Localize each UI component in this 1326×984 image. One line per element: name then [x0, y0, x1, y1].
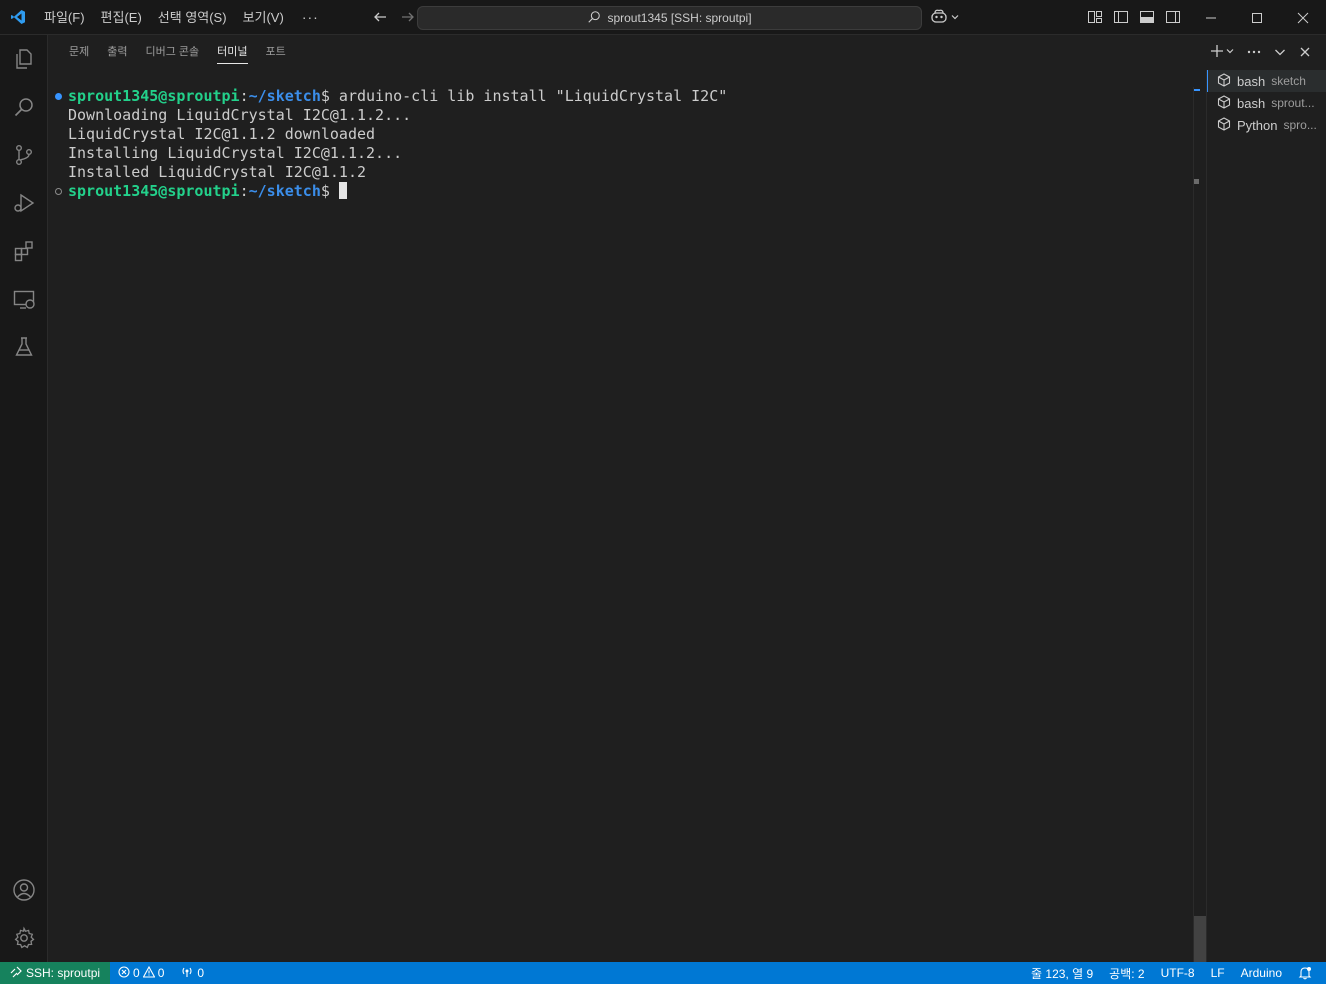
- tab-problems[interactable]: 문제: [60, 35, 98, 70]
- cursor-position[interactable]: 줄 123, 열 9: [1023, 962, 1101, 984]
- toggle-panel-icon[interactable]: [1138, 8, 1156, 26]
- search-icon[interactable]: [0, 83, 48, 131]
- end-of-line[interactable]: LF: [1203, 962, 1233, 984]
- accounts-icon[interactable]: [0, 866, 48, 914]
- panel-tabs: 문제 출력 디버그 콘솔 터미널 포트: [60, 35, 295, 70]
- panel-actions: [1210, 43, 1312, 61]
- output-line: LiquidCrystal I2C@1.1.2 downloaded: [68, 125, 376, 143]
- terminal-icon: [1217, 94, 1231, 112]
- menu-more-button[interactable]: ···: [292, 0, 329, 35]
- minimize-icon[interactable]: [1188, 0, 1234, 35]
- scrollbar-marker: [1194, 179, 1199, 184]
- tab-output[interactable]: 출력: [98, 35, 136, 70]
- plus-icon: [1210, 44, 1224, 61]
- problems-indicator[interactable]: 0 0: [110, 962, 172, 984]
- status-bar: SSH: sproutpi 0 0 0 줄 123, 열 9 공백: 2 UTF…: [0, 962, 1326, 984]
- command-success-decoration[interactable]: [55, 93, 62, 100]
- command-pending-decoration[interactable]: [55, 188, 62, 195]
- command-line: sprout1345@sproutpi:~/sketch$ arduino-cl…: [68, 87, 728, 105]
- copilot-button[interactable]: [930, 8, 960, 27]
- terminal-scrollbar[interactable]: [1193, 87, 1206, 962]
- status-bar-right: 줄 123, 열 9 공백: 2 UTF-8 LF Arduino: [1023, 962, 1320, 984]
- explorer-icon[interactable]: [0, 35, 48, 83]
- maximize-icon[interactable]: [1234, 0, 1280, 35]
- tab-ports[interactable]: 포트: [257, 35, 295, 70]
- command-center-search[interactable]: sprout1345 [SSH: sproutpi]: [417, 6, 922, 30]
- menu-selection[interactable]: 선택 영역(S): [150, 0, 235, 35]
- customize-layout-icon[interactable]: [1086, 8, 1104, 26]
- navigation-buttons: [369, 6, 419, 28]
- close-panel-icon[interactable]: [1298, 43, 1312, 61]
- warning-icon: [142, 965, 156, 981]
- terminal-output[interactable]: sprout1345@sproutpi:~/sketch$ arduino-cl…: [48, 87, 1193, 962]
- remote-explorer-icon[interactable]: [0, 275, 48, 323]
- remote-indicator[interactable]: SSH: sproutpi: [0, 962, 111, 984]
- copilot-icon: [930, 8, 948, 27]
- forward-arrow-icon[interactable]: [397, 6, 419, 28]
- chevron-down-icon: [1224, 45, 1236, 60]
- window-title: sprout1345 [SSH: sproutpi]: [607, 11, 752, 25]
- extensions-icon[interactable]: [0, 227, 48, 275]
- terminal-tab-item[interactable]: Python spro...: [1207, 114, 1326, 136]
- menu-bar: 파일(F) 편집(E) 선택 영역(S) 보기(V) ···: [36, 0, 329, 35]
- notifications-bell-icon[interactable]: [1290, 962, 1320, 984]
- testing-icon[interactable]: [0, 323, 48, 371]
- encoding[interactable]: UTF-8: [1153, 962, 1203, 984]
- terminal-tab-item[interactable]: bash sketch: [1207, 70, 1326, 92]
- terminal-icon: [1217, 116, 1231, 134]
- tab-debug-console[interactable]: 디버그 콘솔: [137, 35, 209, 70]
- error-icon: [118, 965, 130, 981]
- terminal-cursor: [338, 182, 347, 199]
- run-and-debug-icon[interactable]: [0, 179, 48, 227]
- prompt-line: sprout1345@sproutpi:~/sketch$: [68, 182, 347, 201]
- scrollbar-marker: [1194, 89, 1200, 91]
- remote-icon: [10, 966, 22, 981]
- more-actions-icon[interactable]: [1246, 43, 1262, 61]
- back-arrow-icon[interactable]: [369, 6, 391, 28]
- gear-icon[interactable]: [0, 914, 48, 962]
- ports-indicator[interactable]: 0: [172, 962, 212, 984]
- menu-edit[interactable]: 편집(E): [93, 0, 150, 35]
- scrollbar-thumb[interactable]: [1194, 916, 1206, 962]
- output-line: Installing LiquidCrystal I2C@1.1.2...: [68, 144, 403, 162]
- language-mode[interactable]: Arduino: [1233, 962, 1290, 984]
- title-bar: 파일(F) 편집(E) 선택 영역(S) 보기(V) ··· sprout134…: [0, 0, 1326, 35]
- broadcast-icon: [180, 966, 194, 981]
- tab-terminal[interactable]: 터미널: [208, 35, 256, 70]
- vscode-logo-icon: [0, 0, 36, 35]
- terminal-tabs-list: bash sketch bash sprout... Python spro..…: [1206, 70, 1326, 962]
- window-controls: [1188, 0, 1326, 35]
- toggle-secondary-sidebar-icon[interactable]: [1164, 8, 1182, 26]
- panel: 문제 출력 디버그 콘솔 터미널 포트 sprout1345@sproutpi:…: [48, 35, 1326, 962]
- terminal-tab-item[interactable]: bash sprout...: [1207, 92, 1326, 114]
- maximize-panel-chevron-icon[interactable]: [1272, 43, 1288, 61]
- toggle-primary-sidebar-icon[interactable]: [1112, 8, 1130, 26]
- indentation[interactable]: 공백: 2: [1101, 962, 1152, 984]
- menu-file[interactable]: 파일(F): [36, 0, 93, 35]
- chevron-down-icon: [950, 10, 960, 25]
- output-line: Downloading LiquidCrystal I2C@1.1.2...: [68, 106, 412, 124]
- search-icon: [587, 10, 601, 27]
- source-control-icon[interactable]: [0, 131, 48, 179]
- close-icon[interactable]: [1280, 0, 1326, 35]
- activity-bar-bottom: [0, 866, 48, 962]
- menu-view[interactable]: 보기(V): [235, 0, 292, 35]
- activity-bar: [0, 35, 48, 962]
- terminal-icon: [1217, 72, 1231, 90]
- new-terminal-button[interactable]: [1210, 43, 1236, 61]
- layout-controls: [1086, 8, 1182, 26]
- output-line: Installed LiquidCrystal I2C@1.1.2: [68, 163, 367, 181]
